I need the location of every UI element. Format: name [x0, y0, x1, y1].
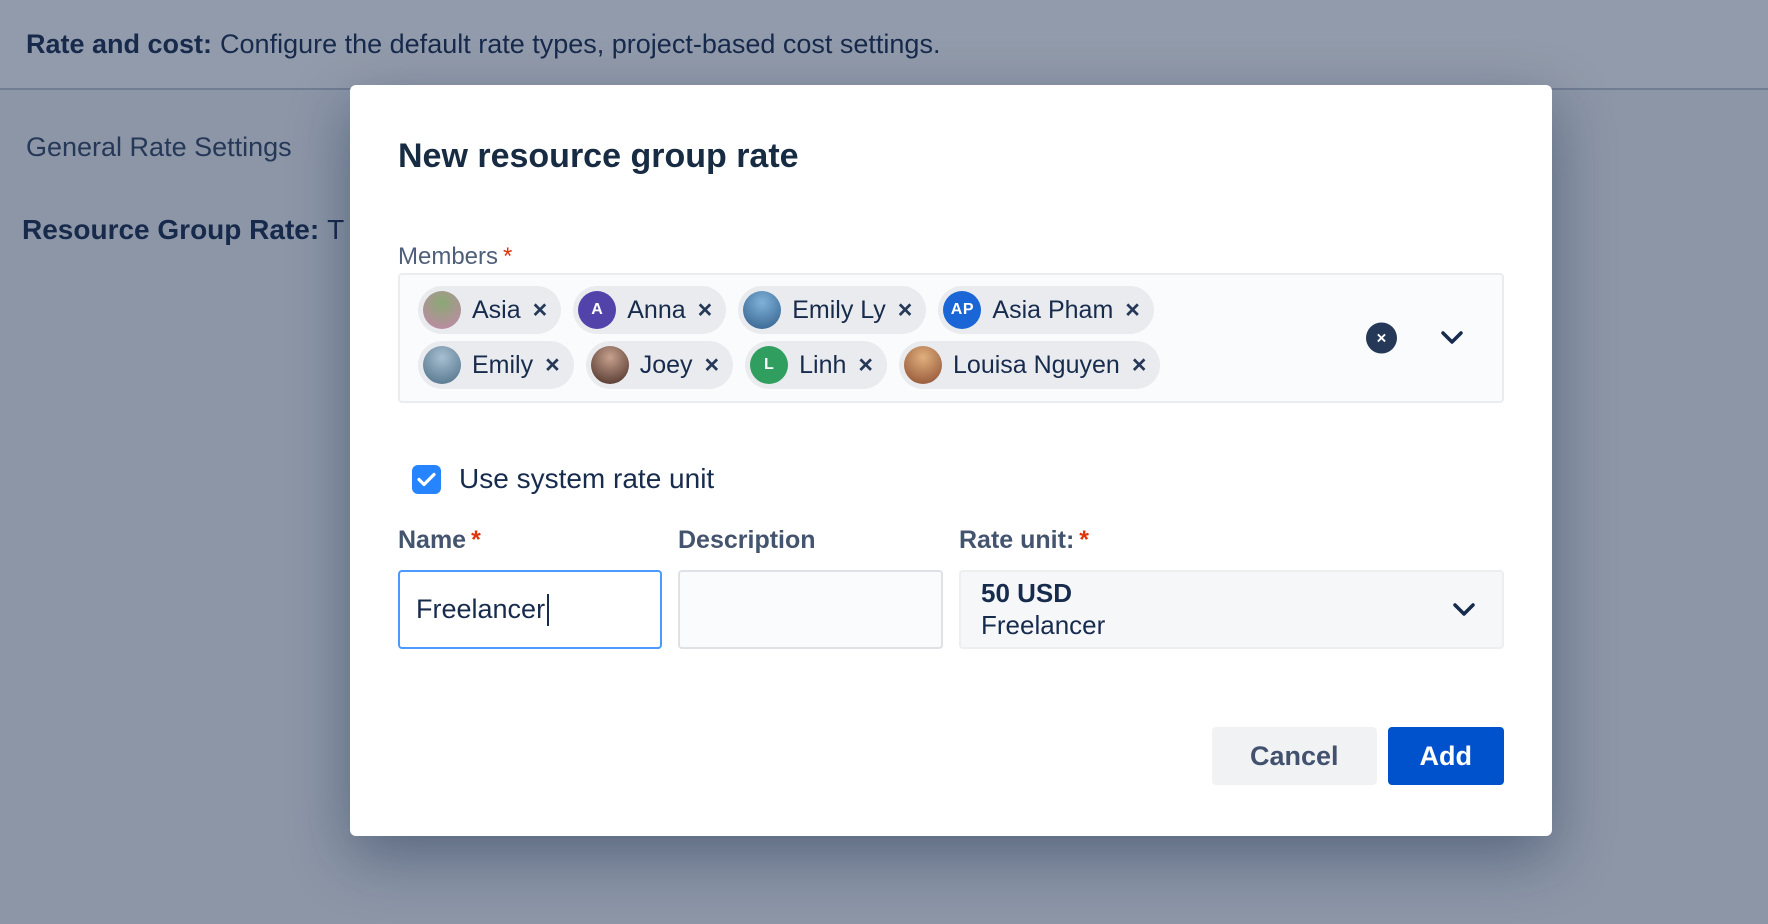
- remove-member-icon[interactable]: ×: [533, 298, 548, 323]
- required-asterisk: *: [471, 526, 481, 554]
- rate-unit-field-label: Rate unit:*: [959, 526, 1504, 555]
- remove-member-icon[interactable]: ×: [545, 353, 560, 378]
- member-chip: L Linh ×: [745, 341, 887, 389]
- member-chip: Joey ×: [586, 341, 733, 389]
- members-multiselect[interactable]: Asia×AAnna×Emily Ly×APAsia Pham×Emily×Jo…: [398, 273, 1504, 403]
- chevron-down-icon[interactable]: [1440, 331, 1464, 346]
- name-input[interactable]: Freelancer: [398, 570, 662, 649]
- member-chip: A Anna ×: [573, 286, 726, 334]
- rate-unit-select[interactable]: 50 USD Freelancer: [959, 570, 1504, 649]
- member-initials-avatar: AP: [943, 291, 981, 329]
- remove-member-icon[interactable]: ×: [698, 298, 713, 323]
- member-initials-avatar: L: [750, 346, 788, 384]
- rate-unit-name: Freelancer: [981, 611, 1432, 641]
- dialog-title: New resource group rate: [398, 137, 799, 176]
- new-resource-group-rate-dialog: New resource group rate Members* Asia×AA…: [350, 85, 1552, 836]
- add-button[interactable]: Add: [1388, 727, 1504, 785]
- member-chip: Louisa Nguyen ×: [899, 341, 1160, 389]
- text-caret: [547, 594, 549, 626]
- member-chip: Asia ×: [418, 286, 561, 334]
- member-name: Joey: [640, 353, 693, 378]
- description-field-group: Description: [678, 526, 943, 649]
- rate-fields: Name* Freelancer Description Rate unit:*…: [398, 526, 1504, 649]
- member-chip: Emily Ly ×: [738, 286, 926, 334]
- clear-all-members-icon[interactable]: ×: [1366, 323, 1397, 354]
- remove-member-icon[interactable]: ×: [898, 298, 913, 323]
- remove-member-icon[interactable]: ×: [858, 353, 873, 378]
- remove-member-icon[interactable]: ×: [1132, 353, 1147, 378]
- required-asterisk: *: [503, 243, 512, 270]
- member-chip: AP Asia Pham ×: [938, 286, 1154, 334]
- cancel-button[interactable]: Cancel: [1212, 727, 1377, 785]
- member-photo-avatar: [743, 291, 781, 329]
- chevron-down-icon: [1452, 602, 1476, 617]
- member-chip: Emily ×: [418, 341, 574, 389]
- name-field-label: Name*: [398, 526, 662, 555]
- description-input[interactable]: [678, 570, 943, 649]
- members-chip-list: Asia×AAnna×Emily Ly×APAsia Pham×Emily×Jo…: [418, 286, 1230, 389]
- member-photo-avatar: [904, 346, 942, 384]
- member-name: Linh: [799, 353, 846, 378]
- member-name: Emily: [472, 353, 533, 378]
- remove-member-icon[interactable]: ×: [705, 353, 720, 378]
- remove-member-icon[interactable]: ×: [1125, 298, 1140, 323]
- member-name: Asia: [472, 298, 521, 323]
- rate-unit-field-group: Rate unit:* 50 USD Freelancer: [959, 526, 1504, 649]
- system-rate-checkbox[interactable]: [412, 465, 441, 494]
- name-input-value: Freelancer: [416, 594, 545, 625]
- dialog-footer: Cancel Add: [1212, 727, 1504, 785]
- required-asterisk: *: [1079, 526, 1089, 554]
- member-initials-avatar: A: [578, 291, 616, 329]
- member-photo-avatar: [423, 291, 461, 329]
- member-name: Emily Ly: [792, 298, 886, 323]
- use-system-rate-row: Use system rate unit: [412, 463, 714, 495]
- description-field-label: Description: [678, 526, 943, 555]
- rate-unit-value: 50 USD: [981, 579, 1432, 609]
- member-photo-avatar: [423, 346, 461, 384]
- system-rate-checkbox-label: Use system rate unit: [459, 463, 714, 495]
- member-photo-avatar: [591, 346, 629, 384]
- members-field-label: Members*: [398, 243, 512, 271]
- member-name: Louisa Nguyen: [953, 353, 1120, 378]
- member-name: Anna: [627, 298, 685, 323]
- name-field-group: Name* Freelancer: [398, 526, 662, 649]
- member-name: Asia Pham: [992, 298, 1113, 323]
